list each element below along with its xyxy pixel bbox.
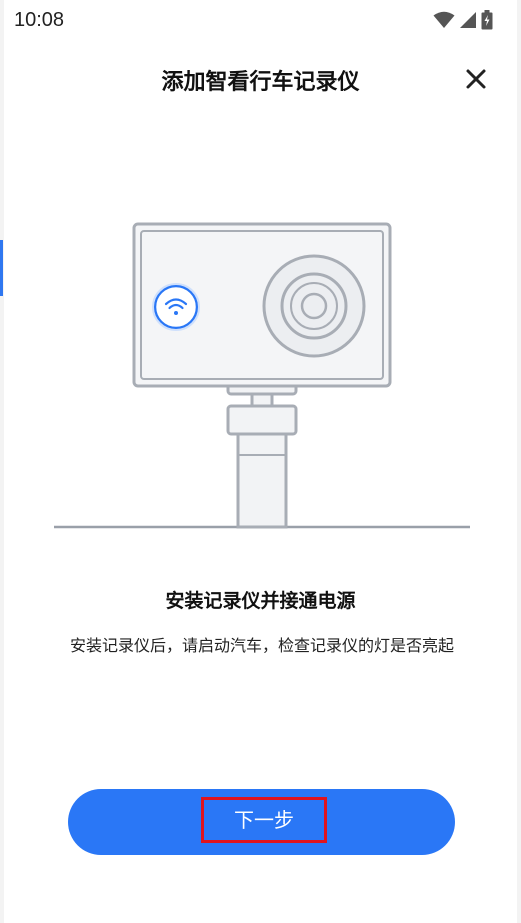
wifi-icon xyxy=(433,11,455,28)
step-heading: 安装记录仪并接通电源 xyxy=(165,590,356,612)
status-bar: 10:08 xyxy=(0,0,521,40)
wifi-indicator xyxy=(153,284,199,330)
header: 添加智看行车记录仪 xyxy=(0,56,521,104)
status-icons xyxy=(433,10,493,30)
screen: 10:08 添加智看行车记录仪 安装记录仪并接通电源 安装记录仪后，请启动汽车，… xyxy=(0,0,521,923)
page-title: 添加智看行车记录仪 xyxy=(161,70,360,95)
mount-clamp xyxy=(226,404,298,436)
dashcam-illustration-svg xyxy=(54,222,470,529)
next-button-label[interactable]: 下一步 xyxy=(201,797,327,843)
dashcam-illustration xyxy=(0,200,521,540)
battery-charging-icon xyxy=(481,10,493,30)
status-time: 10:08 xyxy=(14,9,65,31)
close-icon[interactable] xyxy=(461,64,491,94)
step-description: 安装记录仪后，请启动汽车，检查记录仪的灯是否亮起 xyxy=(69,636,454,655)
cell-signal-icon xyxy=(460,12,476,28)
mount-pole xyxy=(236,432,288,529)
close-button[interactable] xyxy=(461,64,491,94)
